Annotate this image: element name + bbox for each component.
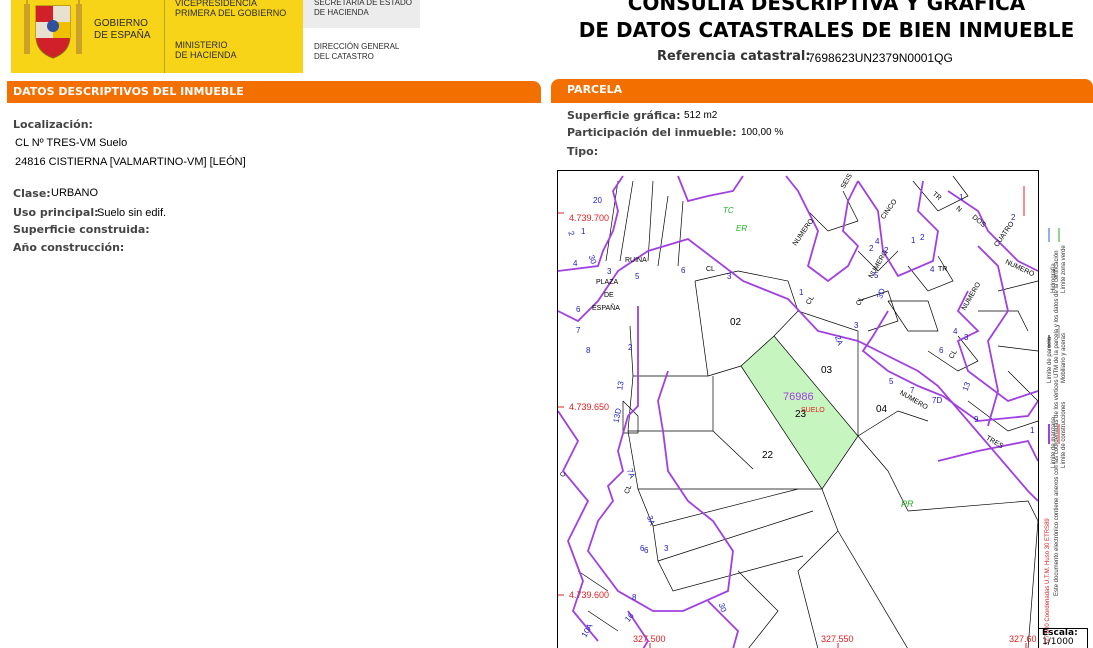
num-3: 3: [607, 267, 612, 276]
clase-label: Clase:: [13, 187, 51, 200]
legend-zona-verde: Límite zona verde: [1061, 245, 1067, 293]
anio-construccion-label: Año construcción:: [13, 241, 125, 254]
localizacion-line2: 24816 CISTIERNA [VALMARTINO-VM] [LEÓN]: [15, 156, 246, 168]
secretaria-text: SECRETARÍA DE ESTADO DE HACIENDA: [314, 0, 412, 17]
num-5: 5: [635, 272, 640, 281]
coord-y-bot: 4.739.600: [569, 590, 610, 600]
num-7: 7: [910, 386, 915, 395]
ref-label: Referencia catastral:: [657, 49, 811, 64]
label-22: 22: [762, 450, 774, 461]
coord-y-top: 4.739.700: [569, 213, 610, 223]
legend-cert-note: Este documento electrónico contiene anex…: [1054, 250, 1060, 596]
num-7b: 7: [576, 326, 581, 335]
ministerio-text: MINISTERIO DE HACIENDA: [175, 40, 237, 60]
clase-value: URBANO: [51, 187, 99, 199]
num-1d: 1: [911, 236, 916, 245]
num-1c: 1: [959, 193, 964, 202]
legend-coords-note: 327.600 Coordenadas U.T.M. Huso 30 ETRS8…: [1045, 518, 1051, 645]
parcel-id: 76986: [783, 391, 814, 403]
num-4d: 4: [930, 265, 935, 274]
num-6: 6: [681, 266, 686, 275]
num-2d: 2: [1011, 213, 1016, 222]
num-1: 1: [581, 227, 586, 236]
participacion-label: Participación del inmueble:: [567, 126, 737, 139]
label-cl: CL: [706, 266, 715, 273]
parcela-heading: PARCELA: [551, 79, 1093, 100]
num-4c: 4: [953, 327, 958, 336]
num-2e: 2: [920, 233, 925, 242]
label-02: 02: [730, 317, 742, 328]
parcela-underline: [551, 100, 1093, 103]
ref-value[interactable]: 7698623UN2379N0001QG: [808, 51, 953, 65]
parcel-suelo: SUELO: [801, 407, 825, 414]
localizacion-label: Localización:: [13, 118, 93, 131]
superficie-construida-label: Superficie construida:: [13, 223, 150, 236]
num-1e: 1: [1030, 426, 1035, 435]
localizacion-line1: CL Nº TRES-VM Suelo: [15, 137, 128, 149]
num-2b: 2: [628, 343, 633, 352]
num-5c: 5: [874, 271, 879, 280]
label-ruina: RUINA: [625, 257, 647, 264]
coord-x-left: 327.500: [633, 634, 666, 644]
cadastral-map[interactable]: 4.739.700 4.739.650 4.739.600 327.500 32…: [557, 170, 1088, 648]
tipo-label: Tipo:: [567, 145, 599, 158]
page-title-line1: CONSULTA DESCRIPTIVA Y GRÁFICA: [627, 0, 1026, 15]
num-5b: 5: [889, 377, 894, 386]
descriptivos-heading: DATOS DESCRIPTIVOS DEL INMUEBLE: [7, 81, 541, 101]
participacion-value: 100,00 %: [741, 127, 784, 138]
num-4: 4: [573, 259, 578, 268]
label-de: DE: [604, 292, 614, 299]
coord-y-mid: 4.739.650: [569, 402, 610, 412]
page-title-line2: DE DATOS CATASTRALES DE BIEN INMUEBLE: [578, 18, 1075, 42]
num-3c: 3: [664, 544, 669, 553]
superficie-grafica-value: 512 m2: [684, 110, 718, 121]
num-2c: 2: [884, 246, 889, 255]
num-4b: 4: [875, 237, 880, 246]
num-6d: 6: [939, 346, 944, 355]
label-tr-2: TR: [938, 266, 948, 273]
num-3e: 3: [964, 333, 969, 342]
coord-x-right: 327.60: [1009, 634, 1037, 644]
label-er: ER: [736, 224, 748, 233]
label-plaza: PLAZA: [596, 279, 619, 286]
coat-of-arms-icon: [24, 0, 82, 59]
num-8b: 8: [632, 593, 637, 602]
logo-divider: [164, 0, 165, 73]
num-2f: 2: [869, 244, 874, 253]
scale-box: Escala: 1/1000: [1038, 628, 1088, 648]
direccion-text: DIRECCIÓN GENERAL DEL CATASTRO: [314, 42, 400, 61]
num-8: 8: [586, 346, 591, 355]
superficie-grafica-label: Superficie gráfica:: [567, 109, 681, 122]
label-espana: ESPAÑA: [592, 305, 620, 312]
vicepresidencia-text: VICEPRESIDENCIA PRIMERA DEL GOBIERNO: [175, 0, 287, 18]
label-pr: PR: [901, 499, 914, 509]
label-03: 03: [821, 365, 833, 376]
num-9: 9: [974, 415, 979, 424]
descriptivos-underline: [7, 101, 541, 103]
uso-value: Suelo sin edif.: [97, 207, 167, 219]
num-20: 20: [593, 196, 602, 205]
uso-label: Uso principal:: [13, 206, 99, 219]
scale-value: 1/1000: [1042, 637, 1074, 647]
coord-x-mid: 327.550: [821, 634, 854, 644]
gobierno-text: GOBIERNO DE ESPAÑA: [94, 18, 151, 41]
num-13: 13: [615, 380, 626, 391]
num-3b: 3: [727, 272, 732, 281]
num-7d: 7D: [932, 396, 943, 405]
map-legend: Límite de manzana Límite de parcela Lími…: [1038, 170, 1088, 645]
num-6b: 6: [576, 305, 581, 314]
num-1b: 1: [799, 288, 804, 297]
label-04: 04: [876, 404, 888, 415]
num-3f: 3: [854, 321, 859, 330]
label-tc: TC: [723, 206, 734, 215]
num-6e: 6: [644, 546, 649, 555]
